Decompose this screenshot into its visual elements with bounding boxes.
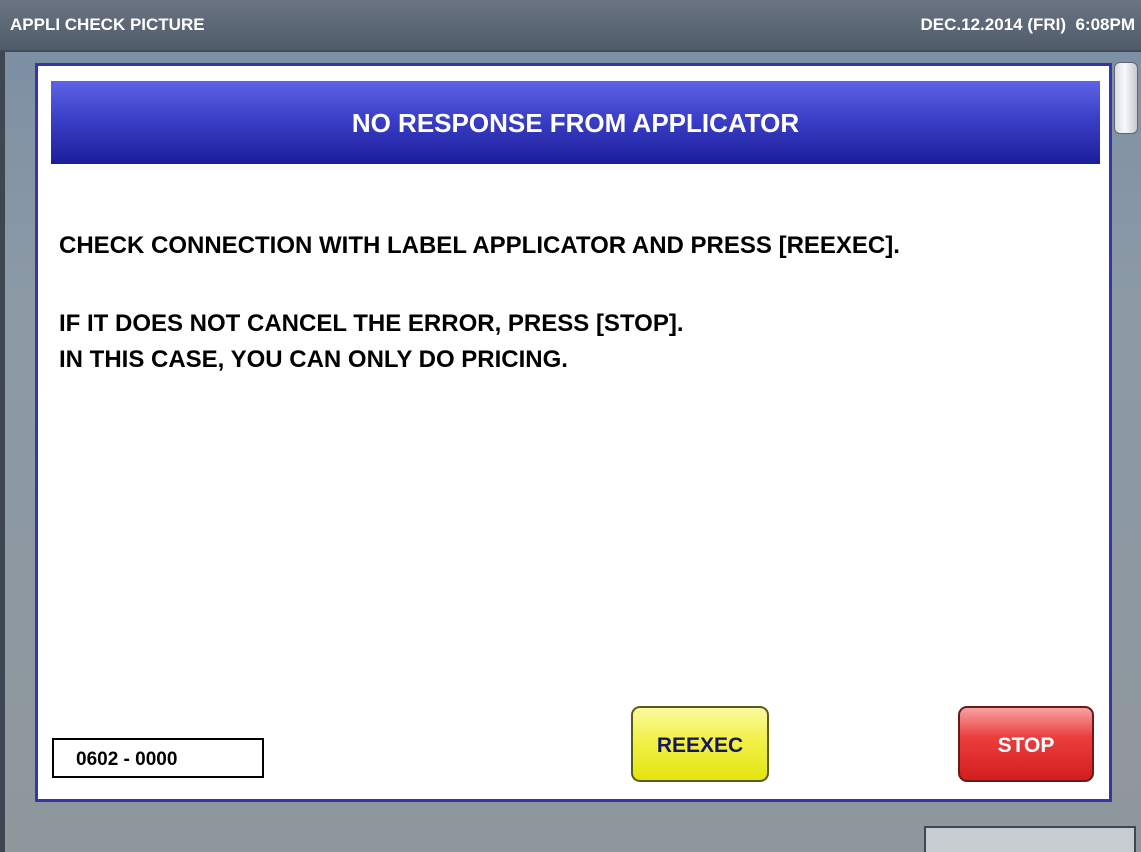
message-line-2: IF IT DOES NOT CANCEL THE ERROR, PRESS [… xyxy=(59,310,684,337)
error-code-box: 0602 - 0000 xyxy=(52,738,264,778)
message-line-1: CHECK CONNECTION WITH LABEL APPLICATOR A… xyxy=(59,232,900,259)
bottom-right-button[interactable] xyxy=(924,826,1136,852)
stop-button-label: STOP xyxy=(997,734,1055,757)
reexec-button[interactable]: REEXEC xyxy=(631,706,769,782)
reexec-button-label: REEXEC xyxy=(656,734,744,757)
scrollbar-thumb[interactable] xyxy=(1114,62,1138,134)
dialog-title: NO RESPONSE FROM APPLICATOR xyxy=(351,108,800,138)
stop-button[interactable]: STOP xyxy=(958,706,1094,782)
message-line-3: IN THIS CASE, YOU CAN ONLY DO PRICING. xyxy=(59,346,568,373)
date-time: DEC.12.2014 (FRI) 6:08PM xyxy=(920,15,1135,34)
error-dialog: NO RESPONSE FROM APPLICATOR CHECK CONNEC… xyxy=(35,63,1112,802)
left-edge-bar xyxy=(0,52,5,852)
screen-title: APPLI CHECK PICTURE xyxy=(10,15,205,34)
error-code: 0602 - 0000 xyxy=(76,749,178,770)
title-bar: APPLI CHECK PICTURE DEC.12.2014 (FRI) 6:… xyxy=(0,0,1141,52)
dialog-header: NO RESPONSE FROM APPLICATOR xyxy=(51,81,1100,164)
